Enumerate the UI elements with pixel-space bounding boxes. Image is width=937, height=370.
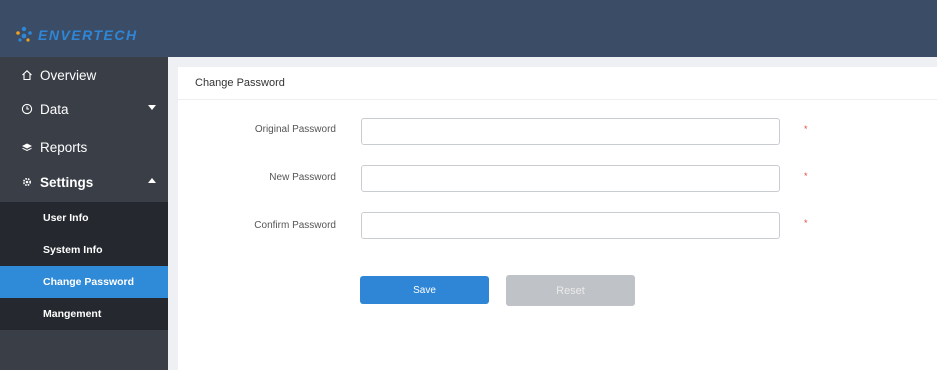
sidebar-item-overview[interactable]: Overview (0, 57, 168, 93)
home-icon (20, 69, 34, 81)
settings-submenu: User Info System Info Change Password Ma… (0, 202, 168, 330)
sidebar-item-label: Data (40, 101, 69, 117)
required-marker: * (804, 171, 808, 181)
brand-name: ENVERTECH (38, 27, 138, 43)
submenu-item-system-info[interactable]: System Info (0, 234, 168, 266)
submenu-item-label: Mangement (43, 308, 102, 320)
sidebar-item-reports[interactable]: Reports (0, 129, 168, 165)
sidebar-item-label: Reports (40, 139, 88, 155)
chevron-up-icon (148, 178, 156, 183)
submenu-item-label: System Info (43, 244, 103, 256)
submenu-item-user-info[interactable]: User Info (0, 202, 168, 234)
logo-icon (16, 26, 32, 42)
sidebar-item-settings[interactable]: Settings (0, 164, 168, 200)
save-button[interactable]: Save (360, 276, 489, 304)
reset-button[interactable]: Reset (506, 275, 635, 306)
original-password-label: Original Password (254, 124, 336, 135)
sidebar: Overview Data Reports Settings User Info… (0, 57, 168, 370)
panel-header: Change Password (178, 67, 937, 100)
gear-icon (20, 176, 34, 188)
sidebar-item-label: Settings (40, 174, 94, 190)
submenu-item-label: User Info (43, 212, 89, 224)
required-marker: * (804, 218, 808, 228)
change-password-panel: Change Password Original Password * New … (178, 67, 937, 370)
confirm-password-label: Confirm Password (254, 220, 336, 231)
submenu-item-label: Change Password (43, 276, 135, 288)
new-password-label: New Password (269, 172, 336, 183)
chevron-down-icon (148, 105, 156, 110)
layers-icon (20, 141, 34, 153)
required-marker: * (804, 124, 808, 134)
top-bar: ENVERTECH (0, 0, 937, 57)
original-password-input[interactable] (361, 118, 780, 145)
new-password-input[interactable] (361, 165, 780, 192)
brand-logo[interactable]: ENVERTECH (14, 25, 138, 45)
submenu-item-management[interactable]: Mangement (0, 298, 168, 330)
submenu-item-change-password[interactable]: Change Password (0, 266, 168, 298)
panel-title: Change Password (195, 77, 285, 89)
confirm-password-input[interactable] (361, 212, 780, 239)
clock-icon (20, 103, 34, 115)
sidebar-item-label: Overview (40, 67, 97, 83)
sidebar-item-data[interactable]: Data (0, 91, 168, 127)
